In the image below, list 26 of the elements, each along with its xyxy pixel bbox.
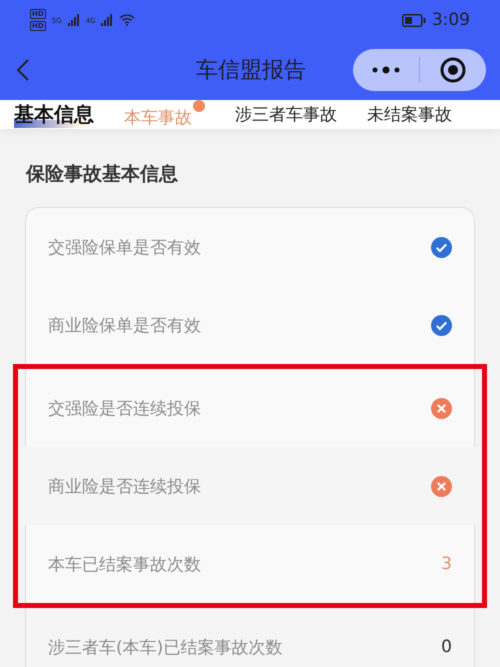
signal-icon: [68, 14, 80, 26]
battery-icon: [402, 14, 426, 26]
row-label: 商业险保单是否有效: [48, 314, 201, 336]
cross-icon: [431, 476, 452, 496]
row-label: 交强险保单是否有效: [48, 236, 201, 258]
section-title: 保险事故基本信息: [24, 162, 179, 187]
tab[interactable]: 未结案事故: [367, 103, 452, 126]
signal-icon: [101, 14, 114, 26]
row-label: 商业险是否连续投保: [48, 476, 201, 498]
check-icon: [431, 236, 452, 258]
tab[interactable]: 涉三者车事故: [235, 103, 337, 126]
close-icon[interactable]: [440, 57, 466, 83]
alert-badge-icon: [193, 100, 205, 112]
row-label: 交强险是否连续投保: [48, 398, 201, 420]
page-title: 车信盟报告: [196, 57, 306, 85]
cross-icon: [431, 398, 452, 418]
count-value: 3: [441, 554, 452, 574]
back-icon[interactable]: [16, 58, 30, 82]
wifi-icon: [119, 14, 136, 26]
count-value: 0: [441, 637, 452, 657]
row-label: 本车已结案事故次数: [48, 554, 201, 576]
more-icon[interactable]: [372, 66, 400, 74]
row-label: 涉三者车(本车)已结案事故次数: [48, 636, 282, 658]
clock-time: 3:09: [432, 10, 470, 30]
tab[interactable]: 基本信息: [14, 101, 94, 128]
check-icon: [431, 314, 452, 336]
